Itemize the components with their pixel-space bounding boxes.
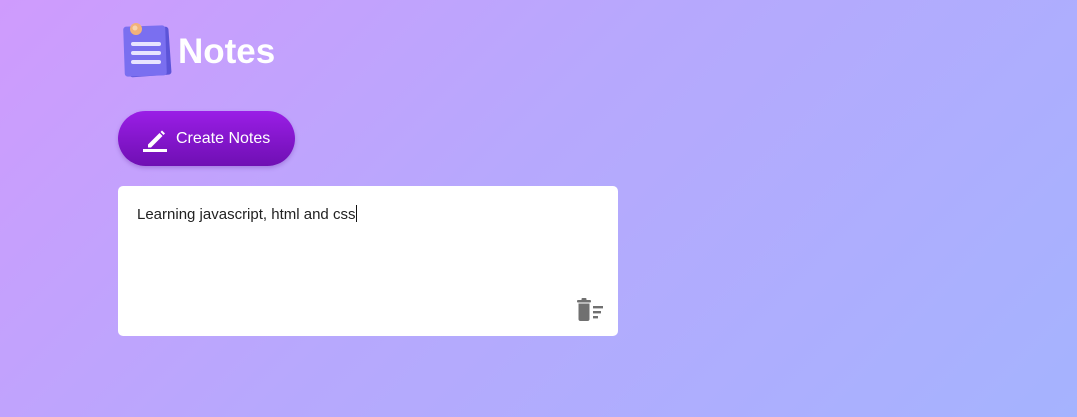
text-caret bbox=[356, 205, 358, 222]
create-notes-button[interactable]: Create Notes bbox=[118, 111, 295, 166]
create-notes-label: Create Notes bbox=[176, 129, 271, 147]
note-text: Learning javascript, html and css bbox=[137, 206, 356, 223]
delete-sweep-icon[interactable] bbox=[576, 298, 604, 322]
notepad-icon bbox=[120, 20, 174, 80]
note-text-input[interactable]: Learning javascript, html and css bbox=[137, 205, 358, 224]
pencil-icon bbox=[142, 126, 168, 152]
app-title: Notes bbox=[178, 31, 276, 71]
app-header: Notes bbox=[120, 20, 275, 80]
note-card: Learning javascript, html and css bbox=[118, 186, 618, 336]
